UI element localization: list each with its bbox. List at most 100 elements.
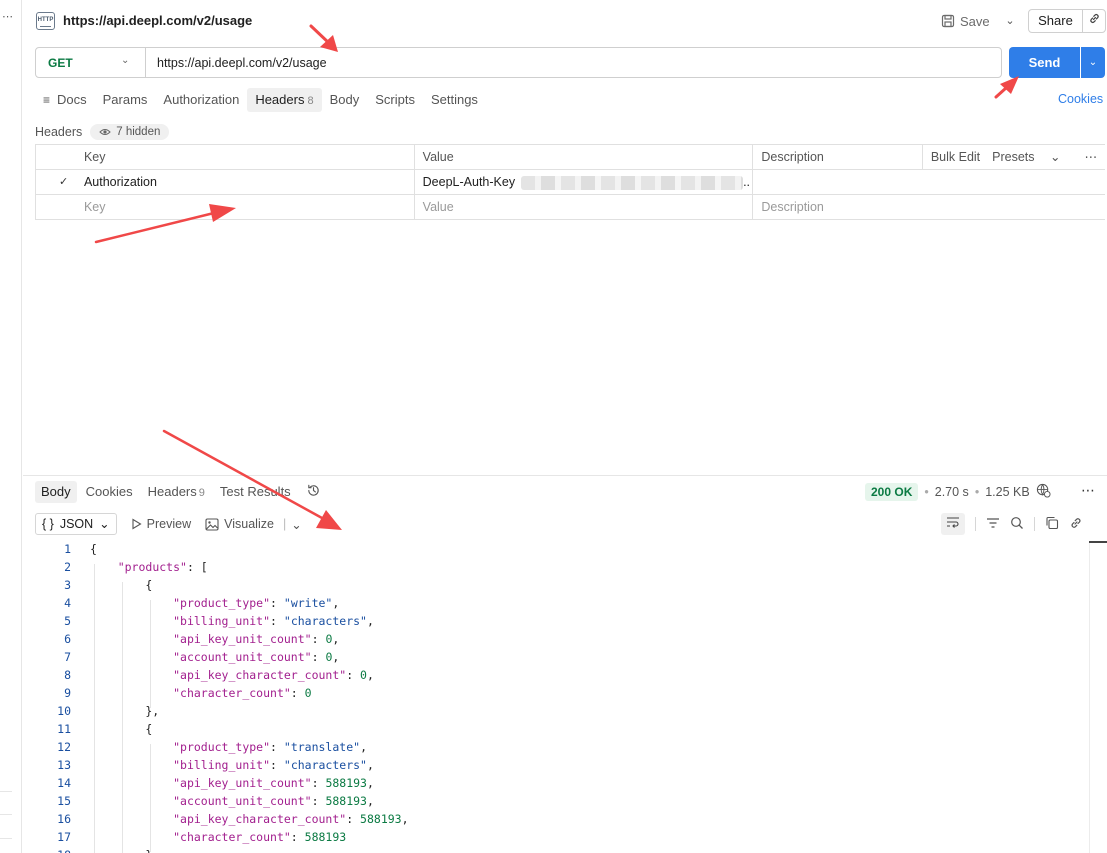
separator: • xyxy=(924,485,929,499)
code-text: "api_key_character_count": 0, xyxy=(173,668,374,682)
line-number: 12 xyxy=(57,740,71,754)
response-more-options-icon[interactable]: ⋯ xyxy=(1081,482,1096,499)
code-line: 9 "character_count": 0 xyxy=(23,684,1089,702)
response-time[interactable]: 2.70 s xyxy=(935,485,969,499)
column-header-description: Description Bulk Edit Presets ⌄ ⋯ xyxy=(753,145,1105,169)
code-text: }, xyxy=(90,704,160,718)
code-line: 3 { xyxy=(23,576,1089,594)
url-bar: GET ⌄ https://api.deepl.com/v2/usage xyxy=(35,47,1002,78)
response-size[interactable]: 1.25 KB xyxy=(985,485,1029,499)
chevron-down-icon[interactable]: ⌄ xyxy=(291,517,301,532)
row-checkbox-empty xyxy=(36,195,76,219)
code-text: "billing_unit": "characters", xyxy=(173,614,374,628)
line-number: 8 xyxy=(64,668,71,682)
code-text: "character_count": 0 xyxy=(173,686,312,700)
response-status: 200 OK • 2.70 s • 1.25 KB xyxy=(865,482,1051,502)
tab-count: 9 xyxy=(198,487,205,499)
link-icon[interactable] xyxy=(1069,516,1083,533)
presets-dropdown[interactable]: Presets ⌄ xyxy=(992,145,1072,169)
line-number: 13 xyxy=(57,758,71,772)
redacted-api-key xyxy=(521,175,744,190)
save-button[interactable]: Save xyxy=(941,10,990,32)
http-request-icon: HTTP xyxy=(36,12,55,30)
tab-label: Headers xyxy=(255,92,305,107)
code-text: { xyxy=(90,542,97,556)
tab-settings[interactable]: Settings xyxy=(423,88,486,112)
response-tabs: Body Cookies Headers 9 Test Results xyxy=(35,480,321,504)
response-divider[interactable] xyxy=(23,475,1107,476)
code-text: "account_unit_count": 588193, xyxy=(173,794,374,808)
line-number: 11 xyxy=(57,722,71,736)
tab-response-body[interactable]: Body xyxy=(35,481,77,503)
tab-response-cookies[interactable]: Cookies xyxy=(80,481,139,503)
method-select[interactable]: GET ⌄ xyxy=(36,48,146,77)
response-body-code[interactable]: 1{2 "products": [3 {4 "product_type": "w… xyxy=(23,540,1089,853)
cookies-link[interactable]: Cookies xyxy=(1058,92,1103,106)
code-line: 1{ xyxy=(23,540,1089,558)
history-icon[interactable] xyxy=(306,483,321,501)
code-line: 17 "character_count": 588193 xyxy=(23,828,1089,846)
code-line: 14 "api_key_unit_count": 588193, xyxy=(23,774,1089,792)
description-label: Description xyxy=(761,150,824,164)
separator: • xyxy=(974,485,980,499)
line-number: 2 xyxy=(64,560,71,574)
chevron-down-icon: ⌄ xyxy=(1050,150,1061,164)
more-options-icon[interactable]: ⋯ xyxy=(1085,145,1098,169)
tab-body[interactable]: Body xyxy=(322,88,368,112)
tab-headers[interactable]: Headers 8 xyxy=(247,88,322,112)
code-line: 5 "billing_unit": "characters", xyxy=(23,612,1089,630)
hidden-headers-toggle[interactable]: 7 hidden xyxy=(90,124,170,140)
wrap-lines-icon[interactable] xyxy=(941,513,965,535)
copy-icon[interactable] xyxy=(1045,516,1059,533)
line-number: 5 xyxy=(64,614,71,628)
filter-icon[interactable] xyxy=(986,517,1000,532)
line-number: 3 xyxy=(64,578,71,592)
tab-label: Headers xyxy=(147,484,197,499)
request-workspace: HTTP https://api.deepl.com/v2/usage Save… xyxy=(23,0,1107,853)
tab-authorization[interactable]: Authorization xyxy=(155,88,247,112)
send-button[interactable]: Send xyxy=(1009,47,1080,78)
copy-link-button[interactable] xyxy=(1082,9,1106,33)
code-line: 11 { xyxy=(23,720,1089,738)
code-scrollbar[interactable] xyxy=(1089,541,1090,853)
tab-scripts[interactable]: Scripts xyxy=(367,88,423,112)
visualize-button[interactable]: Visualize | ⌄ xyxy=(205,517,302,532)
header-value-cell[interactable]: DeepL-Auth-Key.. xyxy=(415,170,754,194)
line-number: 15 xyxy=(57,794,71,808)
code-line: 7 "account_unit_count": 0, xyxy=(23,648,1089,666)
row-checkbox[interactable]: ✓ xyxy=(36,170,76,194)
code-line: 6 "api_key_unit_count": 0, xyxy=(23,630,1089,648)
image-icon xyxy=(205,517,219,531)
code-line: 16 "api_key_character_count": 588193, xyxy=(23,810,1089,828)
more-options-icon[interactable]: ⋯ xyxy=(2,10,13,23)
url-input[interactable]: https://api.deepl.com/v2/usage xyxy=(157,56,327,70)
new-description-input[interactable]: Description xyxy=(753,195,1105,219)
save-label: Save xyxy=(960,13,990,29)
format-select[interactable]: { } JSON ⌄ xyxy=(35,513,117,535)
tab-test-results[interactable]: Test Results xyxy=(214,481,297,503)
share-button[interactable]: Share xyxy=(1028,9,1083,33)
request-title[interactable]: https://api.deepl.com/v2/usage xyxy=(63,13,252,28)
tab-docs[interactable]: ≡ Docs xyxy=(35,88,95,112)
bulk-edit-button[interactable]: Bulk Edit xyxy=(931,145,980,169)
column-header-value: Value xyxy=(415,145,754,169)
table-tools: Bulk Edit Presets ⌄ ⋯ xyxy=(921,145,1105,169)
table-row-new: Key Value Description xyxy=(36,195,1105,220)
new-key-input[interactable]: Key xyxy=(76,195,415,219)
status-badge[interactable]: 200 OK xyxy=(865,483,919,501)
preview-button[interactable]: Preview xyxy=(131,517,191,531)
search-icon[interactable] xyxy=(1010,516,1024,533)
code-text: "product_type": "translate", xyxy=(173,740,367,754)
scrollbar-thumb[interactable] xyxy=(1089,541,1107,543)
network-globe-icon[interactable] xyxy=(1036,483,1051,501)
code-line: 10 }, xyxy=(23,702,1089,720)
tab-response-headers[interactable]: Headers 9 xyxy=(142,481,211,503)
send-options-chevron-icon[interactable]: ⌄ xyxy=(1081,47,1105,78)
left-sidebar-rail: ⋯ xyxy=(0,0,22,853)
tab-params[interactable]: Params xyxy=(95,88,156,112)
save-options-chevron-icon[interactable]: ⌄ xyxy=(1001,10,1019,32)
header-value-text: DeepL-Auth-Key xyxy=(422,175,516,189)
header-description-cell[interactable] xyxy=(753,170,1105,194)
header-key-cell[interactable]: Authorization xyxy=(76,170,415,194)
new-value-input[interactable]: Value xyxy=(415,195,754,219)
